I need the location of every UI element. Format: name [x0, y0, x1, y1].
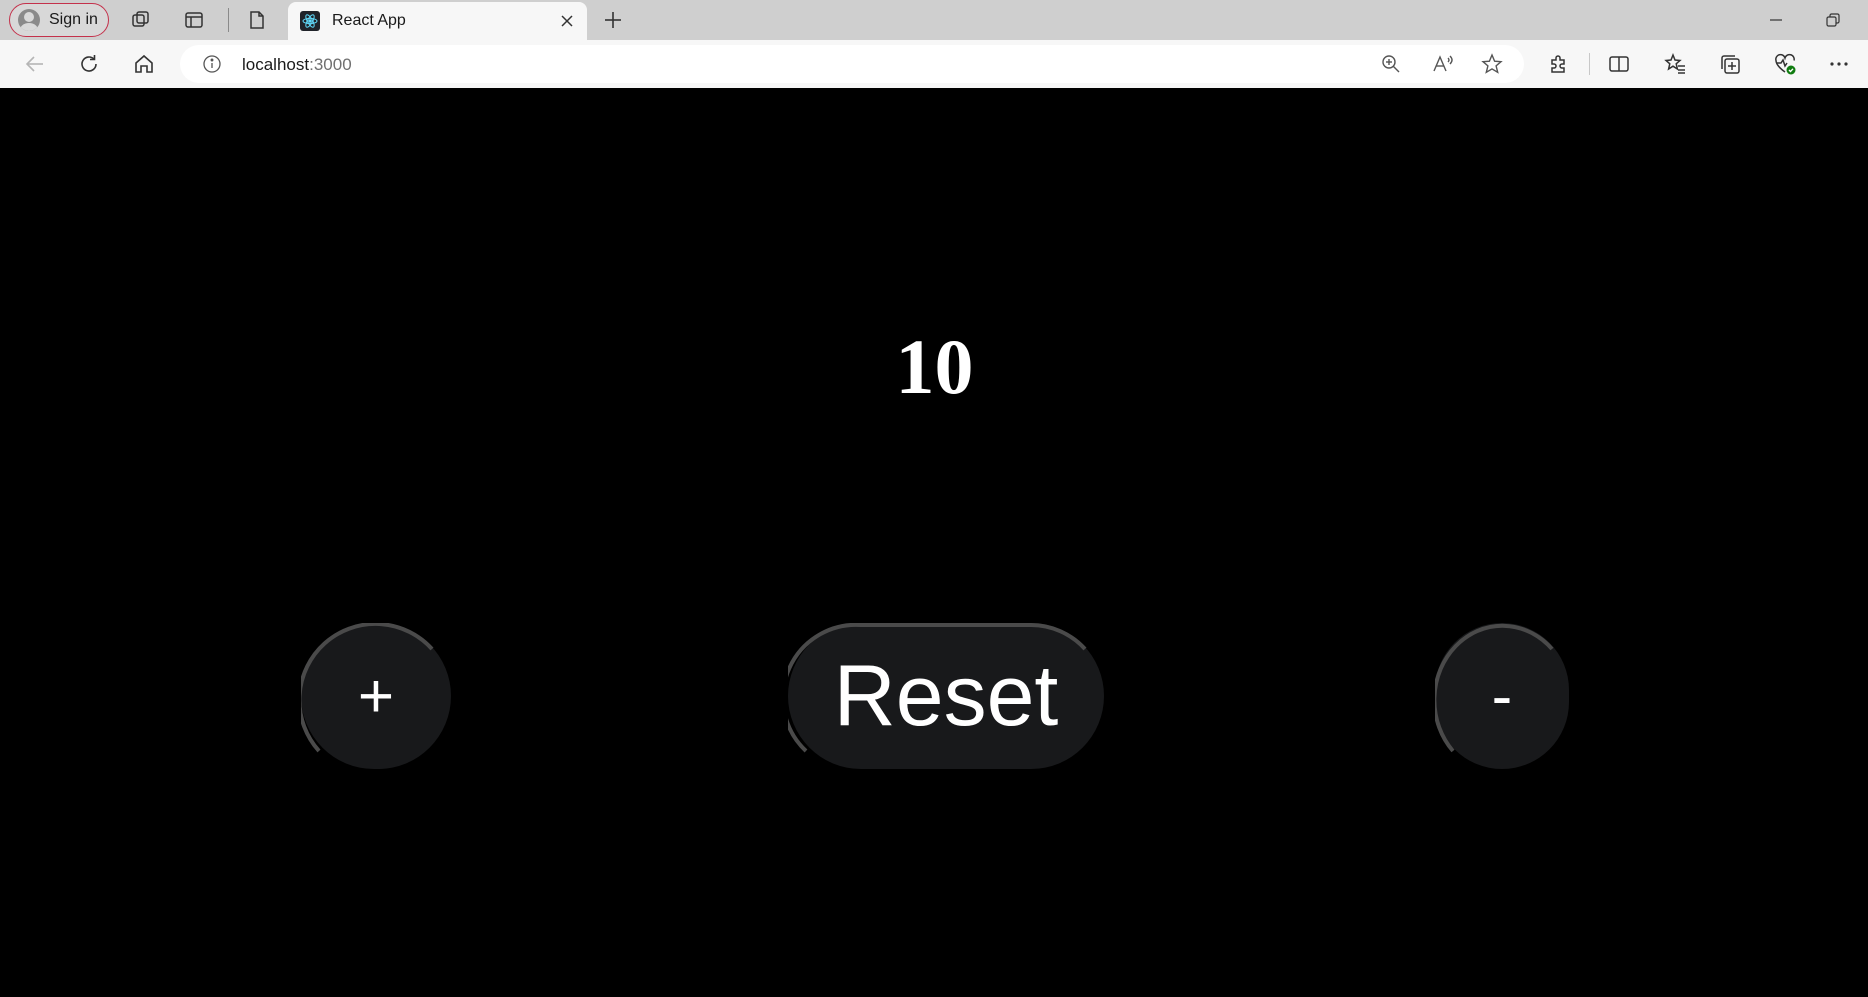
favorite-star-icon[interactable] — [1480, 52, 1504, 76]
collections-icon[interactable] — [1716, 50, 1744, 78]
page-icon[interactable] — [245, 8, 269, 32]
tab-separator — [228, 8, 229, 32]
tab-react-app[interactable]: React App — [288, 2, 587, 40]
increment-button[interactable]: + — [301, 623, 451, 769]
sign-in-label: Sign in — [49, 11, 98, 28]
extensions-icon[interactable] — [1545, 50, 1573, 78]
reset-button[interactable]: Reset — [788, 623, 1104, 769]
decrement-label: - — [1491, 661, 1513, 731]
minimize-icon[interactable] — [1756, 4, 1796, 36]
split-screen-icon[interactable] — [1605, 50, 1633, 78]
vertical-tabs-icon[interactable] — [182, 8, 206, 32]
page-viewport: 10 + Reset - — [5, 88, 1864, 997]
back-icon[interactable] — [21, 50, 49, 78]
counter-value: 10 — [895, 323, 974, 410]
zoom-icon[interactable] — [1379, 52, 1403, 76]
url-text[interactable]: localhost:3000 — [242, 55, 352, 75]
tab-title: React App — [332, 12, 406, 29]
url-port: :3000 — [309, 55, 352, 74]
home-icon[interactable] — [130, 50, 158, 78]
restore-icon[interactable] — [1813, 4, 1853, 36]
favorites-icon[interactable] — [1661, 50, 1689, 78]
reset-label: Reset — [833, 647, 1059, 744]
refresh-icon[interactable] — [75, 50, 103, 78]
browser-toolbar: localhost:3000 — [0, 40, 1868, 88]
toolbar-separator — [1589, 53, 1590, 75]
close-icon[interactable] — [555, 9, 579, 33]
more-icon[interactable] — [1825, 50, 1853, 78]
increment-label: + — [357, 661, 395, 731]
new-tab-icon[interactable] — [601, 8, 625, 32]
sign-in-button[interactable]: Sign in — [9, 3, 109, 37]
profile-avatar-icon — [18, 9, 40, 31]
decrement-button[interactable]: - — [1435, 623, 1569, 769]
react-favicon-icon — [300, 11, 320, 31]
address-bar[interactable]: localhost:3000 — [180, 45, 1524, 83]
url-host: localhost — [242, 55, 310, 74]
browser-tab-strip: Sign in React App — [0, 0, 1868, 40]
read-aloud-icon[interactable] — [1431, 52, 1455, 76]
browser-essentials-icon[interactable] — [1771, 50, 1799, 78]
workspaces-icon[interactable] — [129, 8, 153, 32]
site-info-icon[interactable] — [200, 52, 224, 76]
